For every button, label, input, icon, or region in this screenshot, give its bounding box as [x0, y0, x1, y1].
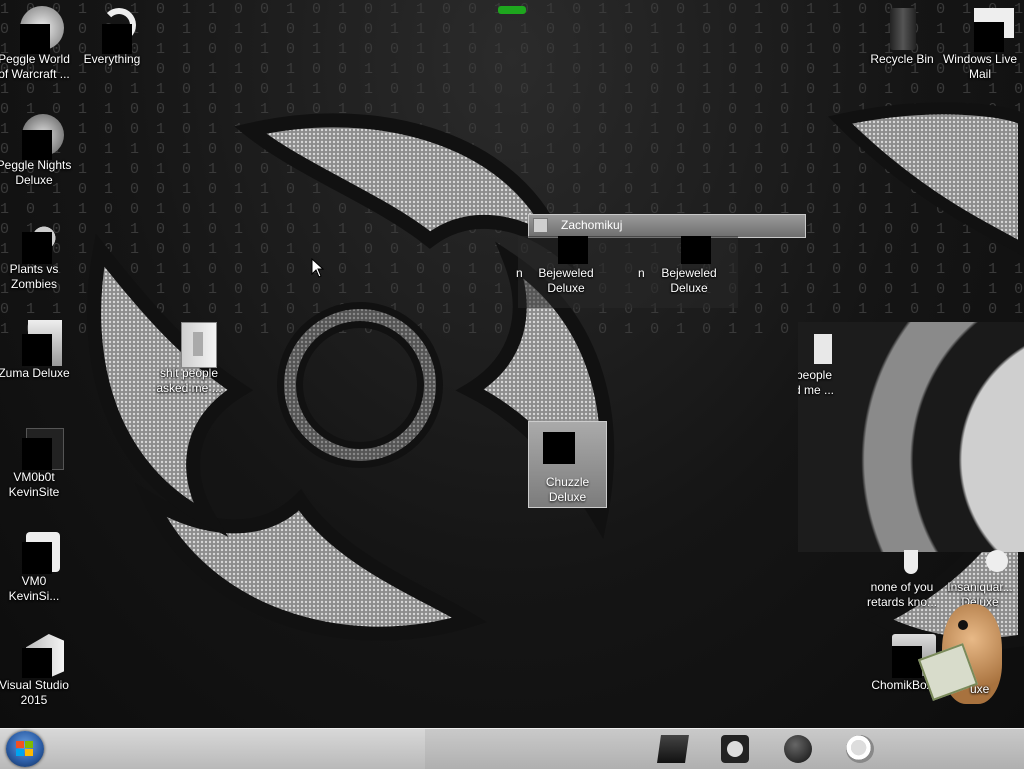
insaniquarium-icon: [956, 550, 1008, 578]
icon-label: Chuzzle Deluxe: [545, 475, 590, 504]
icon-label: Peggle World of Warcraft ...: [0, 52, 70, 81]
desktop-icon-folder[interactable]: shit people asked me ...: [151, 320, 227, 396]
firefox-icon: [846, 735, 874, 763]
desktop-icon-none-of-you[interactable]: none of you retards kno...: [864, 550, 940, 610]
fence-titlebar[interactable]: Zachomikuj: [528, 214, 806, 238]
desktop-icon-vm0[interactable]: VM0 KevinSi...: [0, 528, 72, 604]
plants-vs-zombies-icon: [10, 216, 64, 264]
vm0b0t-kevinsite-icon: [10, 424, 64, 470]
zuma-deluxe-icon: [10, 320, 62, 366]
fence-item-bejeweled-1[interactable]: Bejeweled Deluxe: [528, 236, 604, 296]
icon-label: VM0 KevinSi...: [8, 574, 60, 603]
fence-partial-label-left: n: [516, 266, 523, 280]
icon-label: Bejeweled Deluxe: [661, 266, 717, 295]
icon-label: Windows Live Mail: [942, 52, 1018, 81]
bejeweled-deluxe-icon: [542, 236, 590, 264]
taskbar-explorer-button[interactable]: [657, 733, 689, 765]
fence-item-bejeweled-2[interactable]: Bejeweled Deluxe: [651, 236, 727, 296]
bejeweled-deluxe-icon: [665, 236, 713, 264]
chomik-icon: [533, 218, 548, 233]
explorer-icon: [657, 735, 689, 763]
taskbar-media-button[interactable]: [719, 733, 751, 765]
desktop-icon-recycle-bin[interactable]: Recycle Bin: [864, 6, 940, 67]
visual-studio-icon: [10, 632, 64, 678]
windows-live-mail-icon: [956, 6, 1014, 52]
vm0-kevinsite-icon: [10, 528, 60, 574]
peggle-world-of-warcraft-icon: [10, 6, 64, 54]
window-ghost-preview: people d me ...: [798, 322, 1024, 552]
icon-label: Plants vs Zombies: [9, 262, 59, 291]
taskbar-firefox-button[interactable]: [844, 733, 876, 765]
desktop-icon-insaniquarium[interactable]: Insaniquar... Deluxe: [942, 550, 1018, 610]
desktop-icon-peggle-wow[interactable]: Peggle World of Warcraft ...: [0, 6, 72, 82]
desktop-icon-windows-live-mail[interactable]: Windows Live Mail: [942, 6, 1018, 82]
mouse-cursor-icon: [311, 258, 325, 278]
windows-logo-icon: [16, 741, 34, 757]
ghost-folder-item: people d me ...: [798, 330, 852, 398]
chuzzle-deluxe-icon: [543, 432, 575, 464]
fence-item-chuzzle[interactable]: Chuzzle Deluxe: [528, 421, 607, 508]
fence-title: Zachomikuj: [561, 218, 623, 232]
desktop-icon-vm0b0t[interactable]: VM0b0t KevinSite: [0, 424, 72, 500]
taskbar: [0, 728, 1024, 769]
icon-label: Everything: [83, 52, 141, 66]
icon-label: Recycle Bin: [870, 52, 934, 66]
icon-label: Bejeweled Deluxe: [538, 266, 594, 295]
desktop-icon-everything[interactable]: Everything: [74, 6, 150, 67]
chomikbox-icon: [878, 632, 936, 678]
fence-partial-label-mid: n: [638, 266, 645, 280]
desktop-icon-deluxe-partial[interactable]: uxe: [970, 682, 1024, 697]
desktop-icon-zuma-deluxe[interactable]: Zuma Deluxe: [0, 320, 72, 381]
none-of-you-icon: [878, 550, 926, 578]
ghost-label: people d me ...: [798, 368, 834, 397]
icon-label: Visual Studio 2015: [0, 678, 69, 707]
icon-label: Peggle Nights Deluxe: [0, 158, 72, 187]
icon-label: shit people asked me ...: [156, 366, 222, 395]
everything-icon: [88, 6, 136, 54]
icon-label: uxe: [970, 682, 990, 696]
taskbar-globe-button[interactable]: [782, 733, 814, 765]
media-icon: [721, 735, 749, 763]
desktop-icon-visual-studio[interactable]: Visual Studio 2015: [0, 632, 72, 708]
desktop-icon-plants-vs-zombies[interactable]: Plants vs Zombies: [0, 216, 72, 292]
peggle-nights-deluxe-icon: [10, 112, 64, 160]
desktop-icon-peggle-nights[interactable]: Peggle Nights Deluxe: [0, 112, 72, 188]
globe-icon: [784, 735, 812, 763]
recycle-bin-icon: [878, 6, 926, 50]
icon-label: Zuma Deluxe: [0, 366, 70, 380]
folder-icon: [165, 320, 217, 368]
start-button[interactable]: [6, 731, 44, 767]
icon-label: VM0b0t KevinSite: [8, 470, 60, 499]
